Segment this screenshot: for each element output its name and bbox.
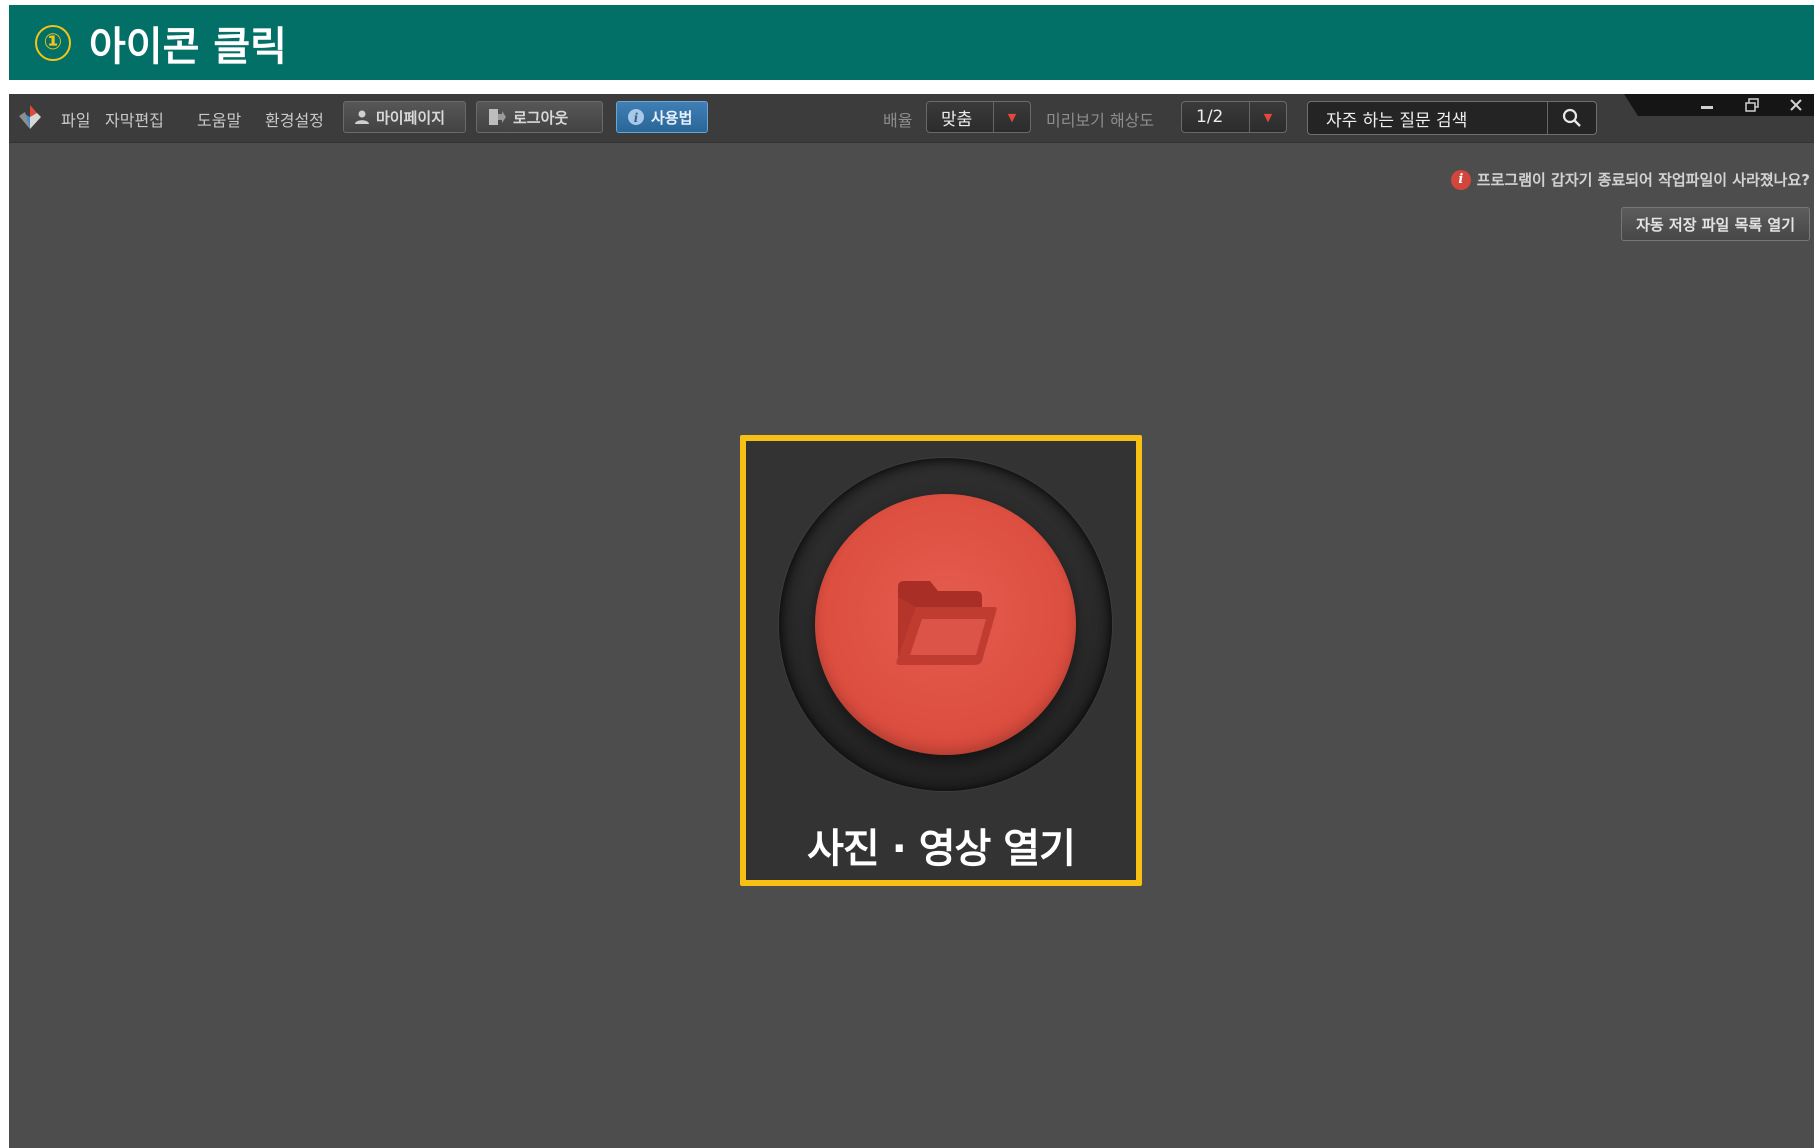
menu-settings[interactable]: 환경설정 bbox=[265, 107, 324, 131]
logout-label: 로그아웃 bbox=[513, 108, 569, 127]
menu-help[interactable]: 도움말 bbox=[197, 107, 241, 131]
crash-notice-text: 프로그램이 갑자기 종료되어 작업파일이 사라졌나요? bbox=[1476, 171, 1810, 189]
open-media-circle[interactable] bbox=[815, 494, 1076, 755]
app-logo-icon[interactable] bbox=[15, 102, 45, 132]
zoom-value: 맞춤 bbox=[941, 109, 973, 130]
menu-file[interactable]: 파일 bbox=[61, 107, 90, 131]
window-controls bbox=[1624, 94, 1814, 116]
zoom-label: 배율 bbox=[883, 111, 913, 130]
logout-icon bbox=[487, 108, 507, 126]
info-icon: i bbox=[627, 108, 645, 126]
usage-button[interactable]: i 사용법 bbox=[616, 101, 708, 133]
zoom-select[interactable]: 맞춤 ▼ bbox=[926, 101, 1031, 133]
instruction-title: 아이콘 클릭 bbox=[89, 23, 287, 70]
crash-notice: i 프로그램이 갑자기 종료되어 작업파일이 사라졌나요? bbox=[1450, 169, 1810, 190]
info-icon: i bbox=[1450, 169, 1471, 190]
top-toolbar: 파일 자막편집 도움말 환경설정 마이페이지 로그아웃 i 사용법 배율 맞춤 … bbox=[9, 94, 1814, 143]
minimize-icon[interactable] bbox=[1700, 100, 1714, 110]
dropdown-icon[interactable]: ▼ bbox=[1249, 102, 1286, 132]
preview-resolution-label: 미리보기 해상도 bbox=[1046, 111, 1155, 130]
autosave-list-button[interactable]: 자동 저장 파일 목록 열기 bbox=[1621, 207, 1810, 241]
preview-resolution-select[interactable]: 1/2 ▼ bbox=[1181, 101, 1287, 133]
menu-subtitle-edit[interactable]: 자막편집 bbox=[105, 107, 164, 131]
preview-resolution-value: 1/2 bbox=[1196, 107, 1224, 127]
button-ring bbox=[779, 458, 1112, 791]
app-window: 파일 자막편집 도움말 환경설정 마이페이지 로그아웃 i 사용법 배율 맞춤 … bbox=[9, 94, 1814, 1148]
instruction-banner: ① 아이콘 클릭 bbox=[9, 5, 1814, 80]
search-button[interactable] bbox=[1547, 102, 1596, 134]
usage-label: 사용법 bbox=[651, 108, 693, 127]
step-number-badge: ① bbox=[35, 24, 71, 61]
dropdown-icon[interactable]: ▼ bbox=[993, 102, 1030, 132]
open-media-label: 사진 · 영상 열기 bbox=[807, 826, 1076, 872]
mypage-button[interactable]: 마이페이지 bbox=[343, 101, 466, 133]
faq-search-input[interactable] bbox=[1308, 102, 1547, 134]
open-media-button[interactable]: 사진 · 영상 열기 bbox=[740, 435, 1142, 886]
svg-text:i: i bbox=[634, 111, 639, 125]
search-icon bbox=[1562, 108, 1581, 127]
mypage-label: 마이페이지 bbox=[376, 108, 446, 127]
user-icon bbox=[354, 109, 370, 125]
logout-button[interactable]: 로그아웃 bbox=[476, 101, 603, 133]
folder-icon bbox=[895, 580, 997, 665]
faq-search-box bbox=[1307, 101, 1597, 135]
close-icon[interactable] bbox=[1790, 99, 1802, 111]
restore-icon[interactable] bbox=[1744, 98, 1760, 112]
